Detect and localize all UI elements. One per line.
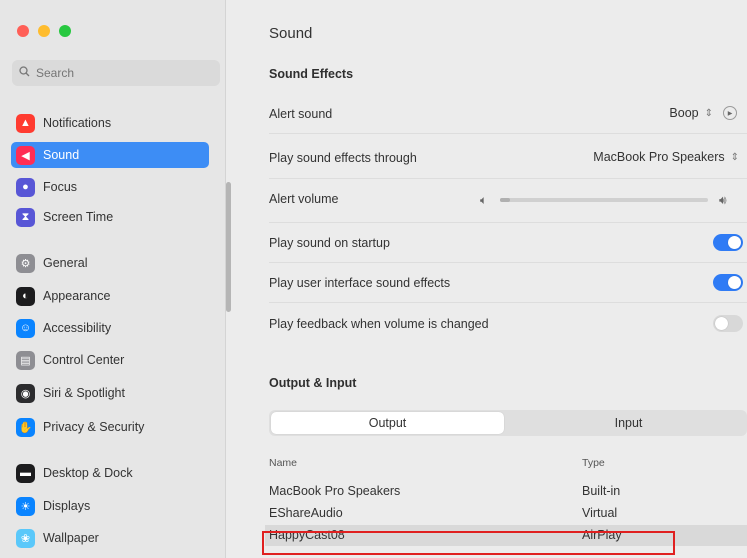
minimize-window-button[interactable] [38,25,50,37]
bell-icon: ▲ [16,113,35,133]
slider-fill [500,198,511,202]
window-controls [17,25,71,37]
tab-input[interactable]: Input [512,412,745,434]
sidebar-item-focus[interactable]: ● Focus [11,174,209,200]
sidebar-item-desktop-dock[interactable]: ▬ Desktop & Dock [11,460,209,486]
hand-icon: ✋ [16,417,35,437]
ui-sound-effects-label: Play user interface sound effects [269,276,451,290]
ui-sound-effects-toggle[interactable] [713,274,743,291]
toggle-knob [715,317,728,330]
sidebar-item-displays[interactable]: ☀ Displays [11,493,209,519]
sidebar-item-appearance[interactable]: ◐ Appearance [11,283,209,309]
column-header-name[interactable]: Name [269,457,297,469]
accessibility-icon: ☺ [16,318,35,338]
sidebar-item-label: Privacy & Security [43,420,145,434]
alert-sound-popup[interactable]: Boop ⇕ ▶ [669,106,737,120]
play-through-label: Play sound effects through [269,151,417,165]
sidebar-item-sound[interactable]: ◀ Sound [11,142,209,168]
moon-icon: ● [16,177,35,197]
appearance-icon: ◐ [16,286,35,306]
device-name: EShareAudio [269,506,343,520]
close-window-button[interactable] [17,25,29,37]
sidebar-item-siri-spotlight[interactable]: ◉ Siri & Spotlight [11,380,209,406]
gear-icon: ⚙ [16,253,35,273]
sidebar-item-label: Desktop & Dock [43,466,133,480]
divider [269,262,747,263]
sidebar-item-label: General [43,256,88,270]
tab-output[interactable]: Output [271,412,504,434]
up-down-chevron-icon: ⇕ [704,107,713,119]
device-row[interactable]: EShareAudio Virtual [265,503,747,524]
search-field[interactable] [12,60,220,86]
sidebar-item-label: Wallpaper [43,531,99,545]
sidebar-item-control-center[interactable]: ▤ Control Center [11,347,209,373]
search-icon [19,66,30,80]
sidebar: ▲ Notifications ◀ Sound ● Focus ⧗ Screen Time ⚙ G… [0,0,226,558]
divider [269,302,747,303]
sound-effects-heading: Sound Effects [269,67,354,81]
output-device-popup[interactable]: MacBook Pro Speakers ⇕ [593,150,739,164]
output-input-segmented-control: Output Input [269,410,747,436]
sidebar-item-general[interactable]: ⚙ General [11,250,209,276]
sidebar-item-label: Notifications [43,116,112,130]
dock-icon: ▬ [16,463,35,483]
divider [269,222,747,223]
page-title: Sound [269,25,313,42]
volume-feedback-toggle[interactable] [713,315,743,332]
output-input-heading: Output & Input [269,376,357,390]
startup-sound-label: Play sound on startup [269,236,390,250]
sidebar-scrollbar[interactable] [226,182,231,312]
divider [269,133,747,134]
sidebar-item-label: Appearance [43,289,111,303]
speaker-low-icon: 🔈︎ [480,193,488,207]
sidebar-item-accessibility[interactable]: ☺ Accessibility [11,315,209,341]
alert-volume-label: Alert volume [269,192,339,206]
sidebar-item-label: Focus [43,180,78,194]
sidebar-item-label: Screen Time [43,210,114,224]
sidebar-item-wallpaper[interactable]: ❀ Wallpaper [11,525,209,551]
alert-sound-value: Boop [669,106,699,120]
display-icon: ☀ [16,496,35,516]
sidebar-item-screen-time[interactable]: ⧗ Screen Time [11,204,209,230]
zoom-window-button[interactable] [59,25,71,37]
toggle-knob [728,236,741,249]
alert-volume-slider[interactable] [500,193,708,207]
column-header-type[interactable]: Type [582,457,605,469]
device-type: Virtual [582,506,618,520]
sidebar-item-label: Accessibility [43,321,112,335]
sidebar-item-notifications[interactable]: ▲ Notifications [11,110,209,136]
volume-feedback-label: Play feedback when volume is changed [269,317,489,331]
siri-icon: ◉ [16,383,35,403]
search-input[interactable] [36,66,206,80]
selection-highlight-box [262,531,675,555]
divider [269,178,747,179]
speaker-icon: ◀ [16,145,35,165]
control-center-icon: ▤ [16,350,35,370]
sidebar-item-privacy-security[interactable]: ✋ Privacy & Security [11,414,209,440]
sidebar-item-label: Siri & Spotlight [43,386,125,400]
toggle-knob [728,276,741,289]
speaker-high-icon: 🔊︎ [719,193,727,207]
main-pane: Sound Sound Effects Alert sound Boop ⇕ ▶… [232,0,747,558]
device-type: Built-in [582,484,621,498]
startup-sound-toggle[interactable] [713,234,743,251]
wallpaper-icon: ❀ [16,528,35,548]
play-icon[interactable]: ▶ [723,106,737,120]
up-down-chevron-icon: ⇕ [730,151,739,163]
sidebar-item-label: Control Center [43,353,125,367]
output-device-value: MacBook Pro Speakers [593,150,725,164]
device-name: MacBook Pro Speakers [269,484,401,498]
alert-sound-label: Alert sound [269,107,333,121]
slider-track [500,198,708,202]
device-row[interactable]: MacBook Pro Speakers Built-in [265,481,747,502]
hourglass-icon: ⧗ [16,207,35,227]
sidebar-item-label: Sound [43,148,80,162]
sidebar-item-label: Displays [43,499,91,513]
